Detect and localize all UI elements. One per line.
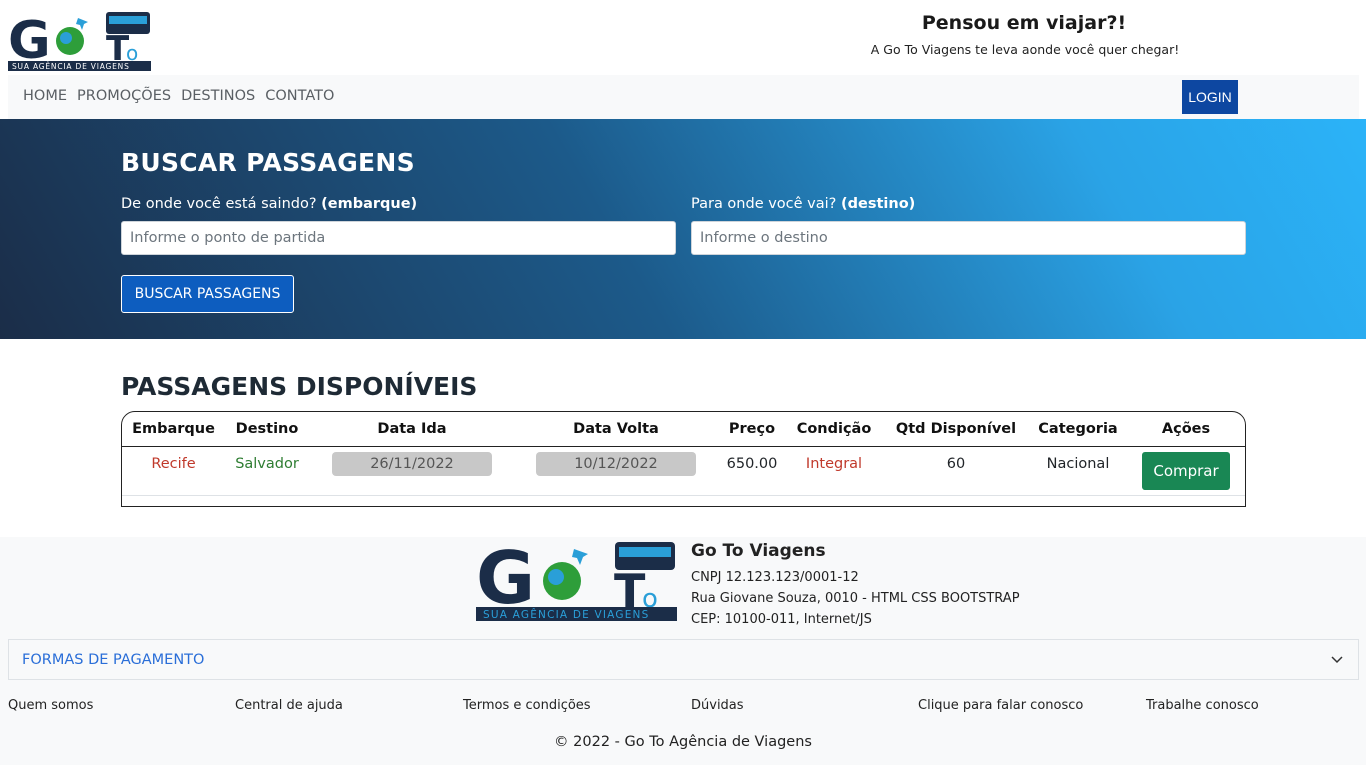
payment-accordion[interactable]: FORMAS DE PAGAMENTO bbox=[8, 639, 1359, 680]
col-acoes: Ações bbox=[1161, 421, 1211, 437]
chevron-down-icon bbox=[1331, 656, 1343, 664]
search-button[interactable]: BUSCAR PASSAGENS bbox=[121, 275, 294, 313]
destination-label-text: Para onde você vai? bbox=[691, 196, 837, 212]
origin-label-text: De onde você está saindo? bbox=[121, 196, 317, 212]
col-categoria: Categoria bbox=[1038, 421, 1118, 437]
nav-destinos[interactable]: DESTINOS bbox=[181, 88, 255, 104]
company-address: Rua Giovane Souza, 0010 - HTML CSS BOOTS… bbox=[691, 591, 1020, 606]
company-cep: CEP: 10100-011, Internet/JS bbox=[691, 612, 872, 627]
col-data-ida: Data Ida bbox=[377, 421, 447, 437]
col-qtd: Qtd Disponível bbox=[895, 421, 1017, 437]
footer-link-falar-conosco[interactable]: Clique para falar conosco bbox=[918, 698, 1083, 713]
destination-input[interactable] bbox=[691, 221, 1246, 255]
origin-label: De onde você está saindo? (embarque) bbox=[121, 196, 417, 212]
search-hero: BUSCAR PASSAGENS De onde você está saind… bbox=[0, 119, 1366, 339]
col-condicao: Condição bbox=[796, 421, 872, 437]
cell-embarque: Recife bbox=[151, 456, 196, 472]
nav-home[interactable]: HOME bbox=[23, 88, 67, 104]
footer-link-central-ajuda[interactable]: Central de ajuda bbox=[235, 698, 343, 713]
col-preco: Preço bbox=[728, 421, 776, 437]
cell-data-volta: 10/12/2022 bbox=[536, 452, 696, 476]
footer-link-duvidas[interactable]: Dúvidas bbox=[691, 698, 744, 713]
col-embarque: Embarque bbox=[132, 421, 215, 437]
footer-link-termos[interactable]: Termos e condições bbox=[463, 698, 591, 713]
footer-link-trabalhe-conosco[interactable]: Trabalhe conosco bbox=[1146, 698, 1259, 713]
header-subtitle: A Go To Viagens te leva aonde você quer … bbox=[870, 42, 1180, 57]
top-header: G T o SUA AGÊNCIA DE VIAGENS Pensou em v… bbox=[0, 0, 1366, 75]
origin-label-bold: (embarque) bbox=[321, 196, 418, 212]
login-button[interactable]: LOGIN bbox=[1182, 80, 1238, 114]
table-row: Recife Salvador 26/11/2022 10/12/2022 65… bbox=[122, 447, 1245, 496]
nav-contato[interactable]: CONTATO bbox=[265, 88, 334, 104]
logo-tagline: SUA AGÊNCIA DE VIAGENS bbox=[12, 62, 130, 71]
cell-qtd: 60 bbox=[946, 456, 966, 472]
company-name: Go To Viagens bbox=[691, 541, 826, 561]
cell-destino: Salvador bbox=[235, 456, 299, 472]
footer-logo: G T o SUA AGÊNCIA DE VIAGENS bbox=[476, 537, 677, 621]
search-title: BUSCAR PASSAGENS bbox=[121, 148, 415, 177]
header-title: Pensou em viajar?! bbox=[921, 12, 1127, 34]
footer: G T o SUA AGÊNCIA DE VIAGENS Go To Viage… bbox=[0, 537, 1366, 765]
cell-condicao: Integral bbox=[805, 456, 863, 472]
copyright: © 2022 - Go To Agência de Viagens bbox=[554, 734, 812, 750]
cell-preco: 650.00 bbox=[726, 456, 778, 472]
col-destino: Destino bbox=[235, 421, 299, 437]
footer-links: Quem somos Central de ajuda Termos e con… bbox=[8, 698, 1359, 718]
cell-categoria: Nacional bbox=[1046, 456, 1110, 472]
origin-input[interactable] bbox=[121, 221, 676, 255]
nav-promocoes[interactable]: PROMOÇÕES bbox=[77, 88, 171, 104]
cell-data-ida: 26/11/2022 bbox=[332, 452, 492, 476]
col-data-volta: Data Volta bbox=[573, 421, 659, 437]
go-to-logo[interactable]: G T o SUA AGÊNCIA DE VIAGENS bbox=[8, 8, 152, 72]
table-header: Embarque Destino Data Ida Data Volta Pre… bbox=[122, 412, 1245, 447]
destination-label-bold: (destino) bbox=[841, 196, 916, 212]
destination-label: Para onde você vai? (destino) bbox=[691, 196, 915, 212]
footer-logo-tagline: SUA AGÊNCIA DE VIAGENS bbox=[483, 608, 649, 621]
footer-link-quem-somos[interactable]: Quem somos bbox=[8, 698, 93, 713]
company-cnpj: CNPJ 12.123.123/0001-12 bbox=[691, 570, 859, 585]
tickets-table: Embarque Destino Data Ida Data Volta Pre… bbox=[121, 411, 1246, 507]
buy-button[interactable]: Comprar bbox=[1142, 452, 1230, 490]
nav-links: HOME PROMOÇÕES DESTINOS CONTATO bbox=[23, 88, 334, 104]
tickets-title: PASSAGENS DISPONÍVEIS bbox=[121, 372, 478, 401]
payment-accordion-label: FORMAS DE PAGAMENTO bbox=[22, 652, 205, 668]
navbar: HOME PROMOÇÕES DESTINOS CONTATO LOGIN bbox=[8, 75, 1359, 119]
